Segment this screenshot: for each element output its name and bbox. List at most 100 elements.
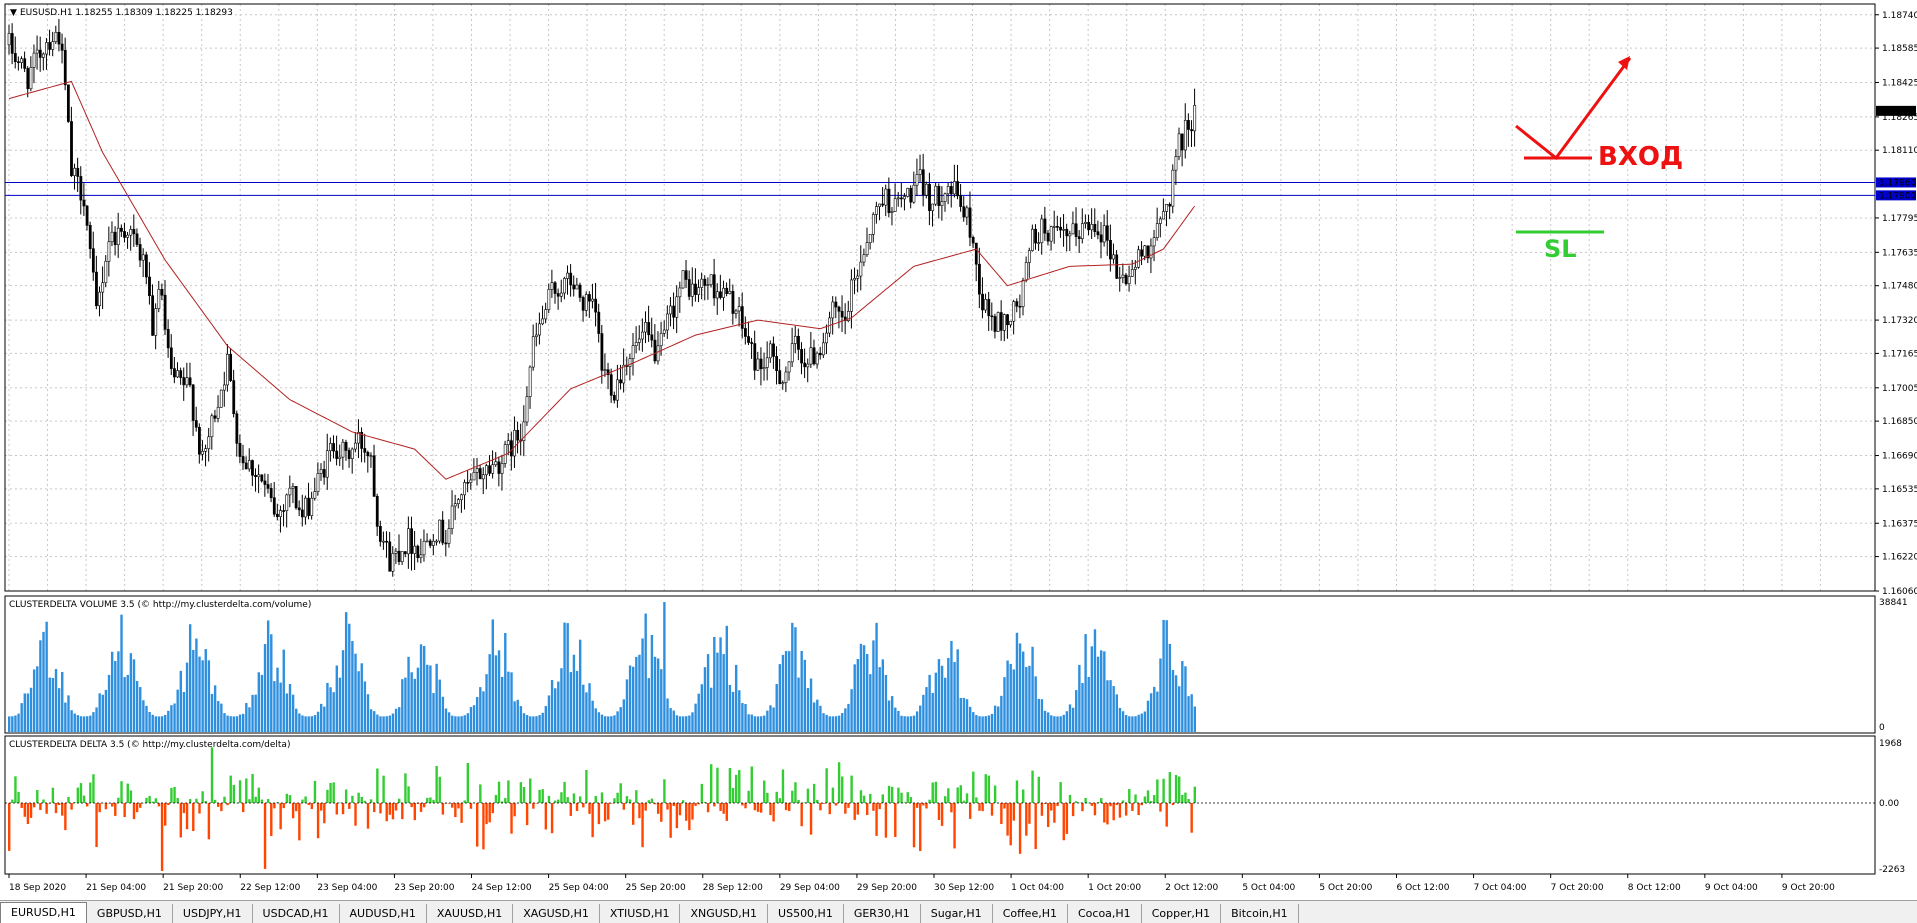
volume-bar: [500, 676, 504, 732]
candle-body: [428, 540, 432, 546]
candle-body: [578, 284, 582, 298]
tab-eurusd-h1[interactable]: EURUSD,H1: [0, 902, 87, 923]
candle-body: [91, 248, 95, 273]
main-title: EUSUSD.H1 1.18255 1.18309 1.18225 1.1829…: [20, 8, 233, 18]
delta-bar: [613, 798, 616, 803]
delta-bar: [993, 785, 997, 803]
volume-bar: [784, 651, 788, 732]
candle-body: [1018, 305, 1022, 308]
volume-bar: [1028, 665, 1031, 732]
volume-bar: [86, 716, 89, 732]
delta-bar: [585, 769, 588, 803]
volume-bar: [182, 691, 186, 732]
delta-bar: [731, 787, 735, 803]
candle-body: [1093, 224, 1097, 232]
price-tick-label: 1.18585: [1882, 44, 1917, 54]
price-tick-label: 1.16535: [1882, 485, 1917, 495]
tab-bitcoin-h1[interactable]: Bitcoin,H1: [1221, 904, 1299, 923]
candle-body: [1012, 301, 1016, 322]
volume-bar: [653, 656, 657, 732]
tab-xauusd-h1[interactable]: XAUUSD,H1: [427, 904, 514, 923]
volume-bar: [441, 696, 445, 732]
delta-bar: [1012, 803, 1016, 821]
candle-body: [650, 334, 654, 341]
tab-xagusd-h1[interactable]: XAGUSD,H1: [513, 904, 600, 923]
volume-bar: [1059, 716, 1062, 732]
candle-body: [712, 274, 716, 299]
volume-bar: [594, 708, 597, 732]
volume-bar: [816, 699, 819, 732]
volume-bar: [217, 701, 220, 732]
candle-body: [853, 278, 857, 281]
tab-audusd-h1[interactable]: AUDUSD,H1: [340, 904, 427, 923]
delta-bar: [738, 770, 741, 803]
current-price-tag: 1.18293: [1879, 107, 1916, 117]
time-tick-label: 2 Oct 12:00: [1165, 883, 1218, 893]
candle-body: [918, 169, 922, 175]
tab-us500-h1[interactable]: US500,H1: [768, 904, 844, 923]
volume-bar: [544, 706, 548, 732]
candle-body: [266, 484, 270, 489]
collapse-icon[interactable]: ▼: [10, 8, 17, 18]
candle-body: [98, 291, 101, 307]
volume-bar: [872, 640, 875, 732]
tab-usdjpy-h1[interactable]: USDJPY,H1: [173, 904, 253, 923]
delta-bar: [953, 803, 956, 849]
volume-bar: [582, 684, 585, 732]
volume-bar: [276, 667, 279, 732]
volume-bar: [104, 689, 108, 732]
candle-body: [141, 254, 145, 261]
volume-bar: [14, 715, 17, 732]
volume-bar: [759, 716, 763, 732]
candle-body: [634, 342, 638, 346]
delta-bar: [800, 803, 803, 827]
volume-bar: [875, 622, 878, 732]
candle-body: [968, 207, 972, 238]
volume-bar: [1156, 691, 1159, 732]
candle-body: [768, 343, 772, 359]
volume-bar: [859, 643, 863, 732]
candle-body: [116, 227, 120, 246]
volume-bar: [1118, 707, 1122, 732]
candle-body: [1152, 237, 1156, 247]
tab-usdcad-h1[interactable]: USDCAD,H1: [253, 904, 340, 923]
candle-body: [684, 270, 688, 280]
tab-gbpusd-h1[interactable]: GBPUSD,H1: [87, 904, 173, 923]
tab-xngusd-h1[interactable]: XNGUSD,H1: [680, 904, 769, 923]
candle-body: [57, 32, 61, 45]
delta-bar: [862, 795, 866, 803]
volume-bar: [822, 713, 825, 732]
candle-body: [681, 270, 685, 289]
volume-bar: [248, 707, 251, 732]
candle-body: [35, 49, 39, 54]
candle-body: [812, 347, 816, 365]
chart-area[interactable]: ВХОД SL 1.187401.185851.184251.182651.18…: [0, 0, 1917, 900]
candle-body: [784, 371, 788, 383]
candle-body: [900, 197, 903, 200]
volume-bar: [844, 708, 847, 732]
volume-bar: [204, 649, 207, 732]
delta-bar: [348, 803, 351, 809]
delta-bar: [734, 774, 738, 803]
candle-body: [778, 370, 782, 385]
candle-body: [559, 292, 563, 297]
candle-body: [354, 442, 357, 450]
candle-body: [597, 311, 601, 334]
tab-coffee-h1[interactable]: Coffee,H1: [993, 904, 1068, 923]
volume-bar: [54, 669, 58, 732]
candle-body: [1084, 222, 1087, 224]
volume-bar: [379, 716, 382, 732]
delta-bar: [404, 773, 407, 803]
tab-copper-h1[interactable]: Copper,H1: [1142, 904, 1222, 923]
candle-body: [1099, 234, 1103, 243]
volume-bar: [335, 665, 338, 732]
tab-ger30-h1[interactable]: GER30,H1: [844, 904, 921, 923]
delta-bar: [14, 776, 17, 803]
tab-sugar-h1[interactable]: Sugar,H1: [921, 904, 993, 923]
candle-body: [1006, 314, 1009, 326]
volume-bar: [906, 716, 909, 732]
candle-body: [450, 505, 454, 529]
volume-bar: [160, 716, 164, 732]
tab-xtiusd-h1[interactable]: XTIUSD,H1: [600, 904, 681, 923]
tab-cocoa-h1[interactable]: Cocoa,H1: [1068, 904, 1142, 923]
